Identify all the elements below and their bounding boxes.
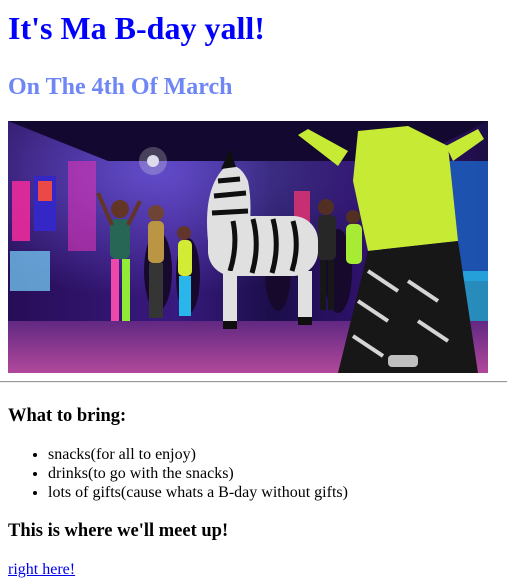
list-item: drinks(to go with the snacks): [48, 464, 499, 483]
party-photo-illustration: [8, 121, 488, 373]
party-photo: [8, 121, 488, 373]
page-title: It's Ma B-day yall!: [8, 10, 265, 46]
meetup-link-line: right here!: [8, 560, 499, 579]
page: It's Ma B-day yall! On The 4th Of March: [0, 0, 507, 373]
meetup-heading: This is where we'll meet up!: [8, 521, 229, 541]
meetup-location-link[interactable]: right here!: [8, 561, 75, 578]
list-item: lots of gifts(cause whats a B-day withou…: [48, 483, 499, 502]
what-to-bring-heading: What to bring:: [8, 406, 127, 426]
details-section: What to bring: snacks(for all to enjoy) …: [0, 383, 507, 579]
bring-list: snacks(for all to enjoy) drinks(to go wi…: [8, 445, 499, 502]
page-subtitle: On The 4th Of March: [8, 74, 233, 100]
list-item: snacks(for all to enjoy): [48, 445, 499, 464]
